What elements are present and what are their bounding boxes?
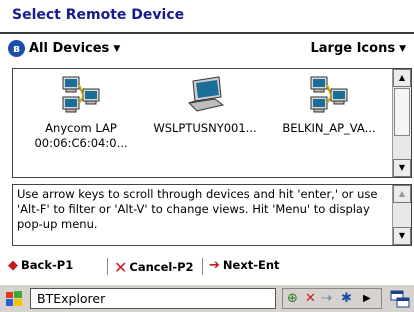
device-item-belkin[interactable]: BELKIN_AP_VA... (269, 75, 389, 136)
command-divider (107, 258, 108, 275)
cancel-button[interactable]: ✕ Cancel-P2 (114, 258, 194, 277)
scroll-down-arrow-icon[interactable]: ▼ (393, 159, 411, 177)
view-mode-dropdown[interactable]: Large Icons ▼ (310, 41, 406, 56)
device-name: BELKIN_AP_VA... (282, 121, 376, 135)
back-label: Back-P1 (21, 258, 74, 272)
laptop-icon (187, 76, 225, 112)
device-name: WSLPTUSNY001... (153, 121, 257, 135)
title-bar: Select Remote Device (0, 0, 414, 30)
chevron-down-icon: ▼ (113, 44, 121, 54)
chevron-down-icon: ▼ (399, 44, 406, 54)
help-panel: Use arrow keys to scroll through devices… (12, 184, 412, 246)
chevron-right-icon[interactable]: ▶ (363, 293, 371, 304)
window-title: Select Remote Device (12, 7, 185, 23)
command-bar: ◆ Back-P1 ✕ Cancel-P2 ➔ Next-Ent (0, 252, 414, 280)
connection-off-icon[interactable]: ✕ (305, 291, 316, 306)
windows-start-icon[interactable] (4, 289, 24, 309)
next-label: Next-Ent (222, 258, 280, 272)
bluetooth-icon: ʙ (8, 40, 25, 57)
view-mode-label: Large Icons (310, 41, 396, 56)
bluetooth-tray-icon[interactable]: ✱ (341, 291, 352, 306)
command-divider (202, 258, 203, 275)
arrow-left-icon: ◆ (8, 258, 18, 273)
arrow-right-icon: ➔ (209, 258, 220, 273)
scroll-up-arrow-icon[interactable]: ▲ (393, 69, 411, 87)
scroll-thumb[interactable] (394, 88, 410, 136)
scroll-down-arrow-icon[interactable]: ▼ (393, 227, 411, 245)
device-item-wslptusny[interactable]: WSLPTUSNY001... (145, 75, 265, 136)
system-tray: ⊕ ✕ ⇢ ✱ ▶ (282, 288, 382, 309)
network-computers-icon (62, 76, 100, 113)
next-button[interactable]: ➔ Next-Ent (209, 258, 280, 273)
help-scrollbar[interactable]: ▲ ▼ (392, 185, 411, 245)
taskbar: BTExplorer ⊕ ✕ ⇢ ✱ ▶ (0, 284, 414, 312)
device-list: Anycom LAP 00:06:C6:04:0... WSLPTUSNY001… (12, 68, 412, 178)
globe-icon[interactable]: ⊕ (287, 291, 298, 306)
filter-bar: ʙ All Devices ▼ Large Icons ▼ (0, 37, 414, 61)
help-text: Use arrow keys to scroll through devices… (17, 187, 378, 231)
title-divider (0, 32, 414, 34)
device-name: Anycom LAP (45, 121, 117, 135)
device-filter-label: All Devices (29, 41, 110, 56)
device-filter-dropdown[interactable]: All Devices ▼ (29, 41, 120, 56)
scroll-up-arrow-icon[interactable]: ▲ (393, 185, 411, 203)
device-list-scrollbar[interactable]: ▲ ▼ (392, 69, 411, 177)
close-icon: ✕ (114, 258, 128, 277)
network-icon[interactable]: ⇢ (321, 291, 332, 306)
device-item-anycom[interactable]: Anycom LAP 00:06:C6:04:0... (21, 75, 141, 151)
back-button[interactable]: ◆ Back-P1 (8, 258, 73, 273)
taskbar-app-button[interactable]: BTExplorer (30, 288, 276, 309)
cancel-label: Cancel-P2 (129, 260, 194, 274)
device-address: 00:06:C6:04:0... (34, 136, 128, 150)
show-desktop-icon[interactable] (390, 289, 410, 309)
network-computers-icon (310, 76, 348, 113)
